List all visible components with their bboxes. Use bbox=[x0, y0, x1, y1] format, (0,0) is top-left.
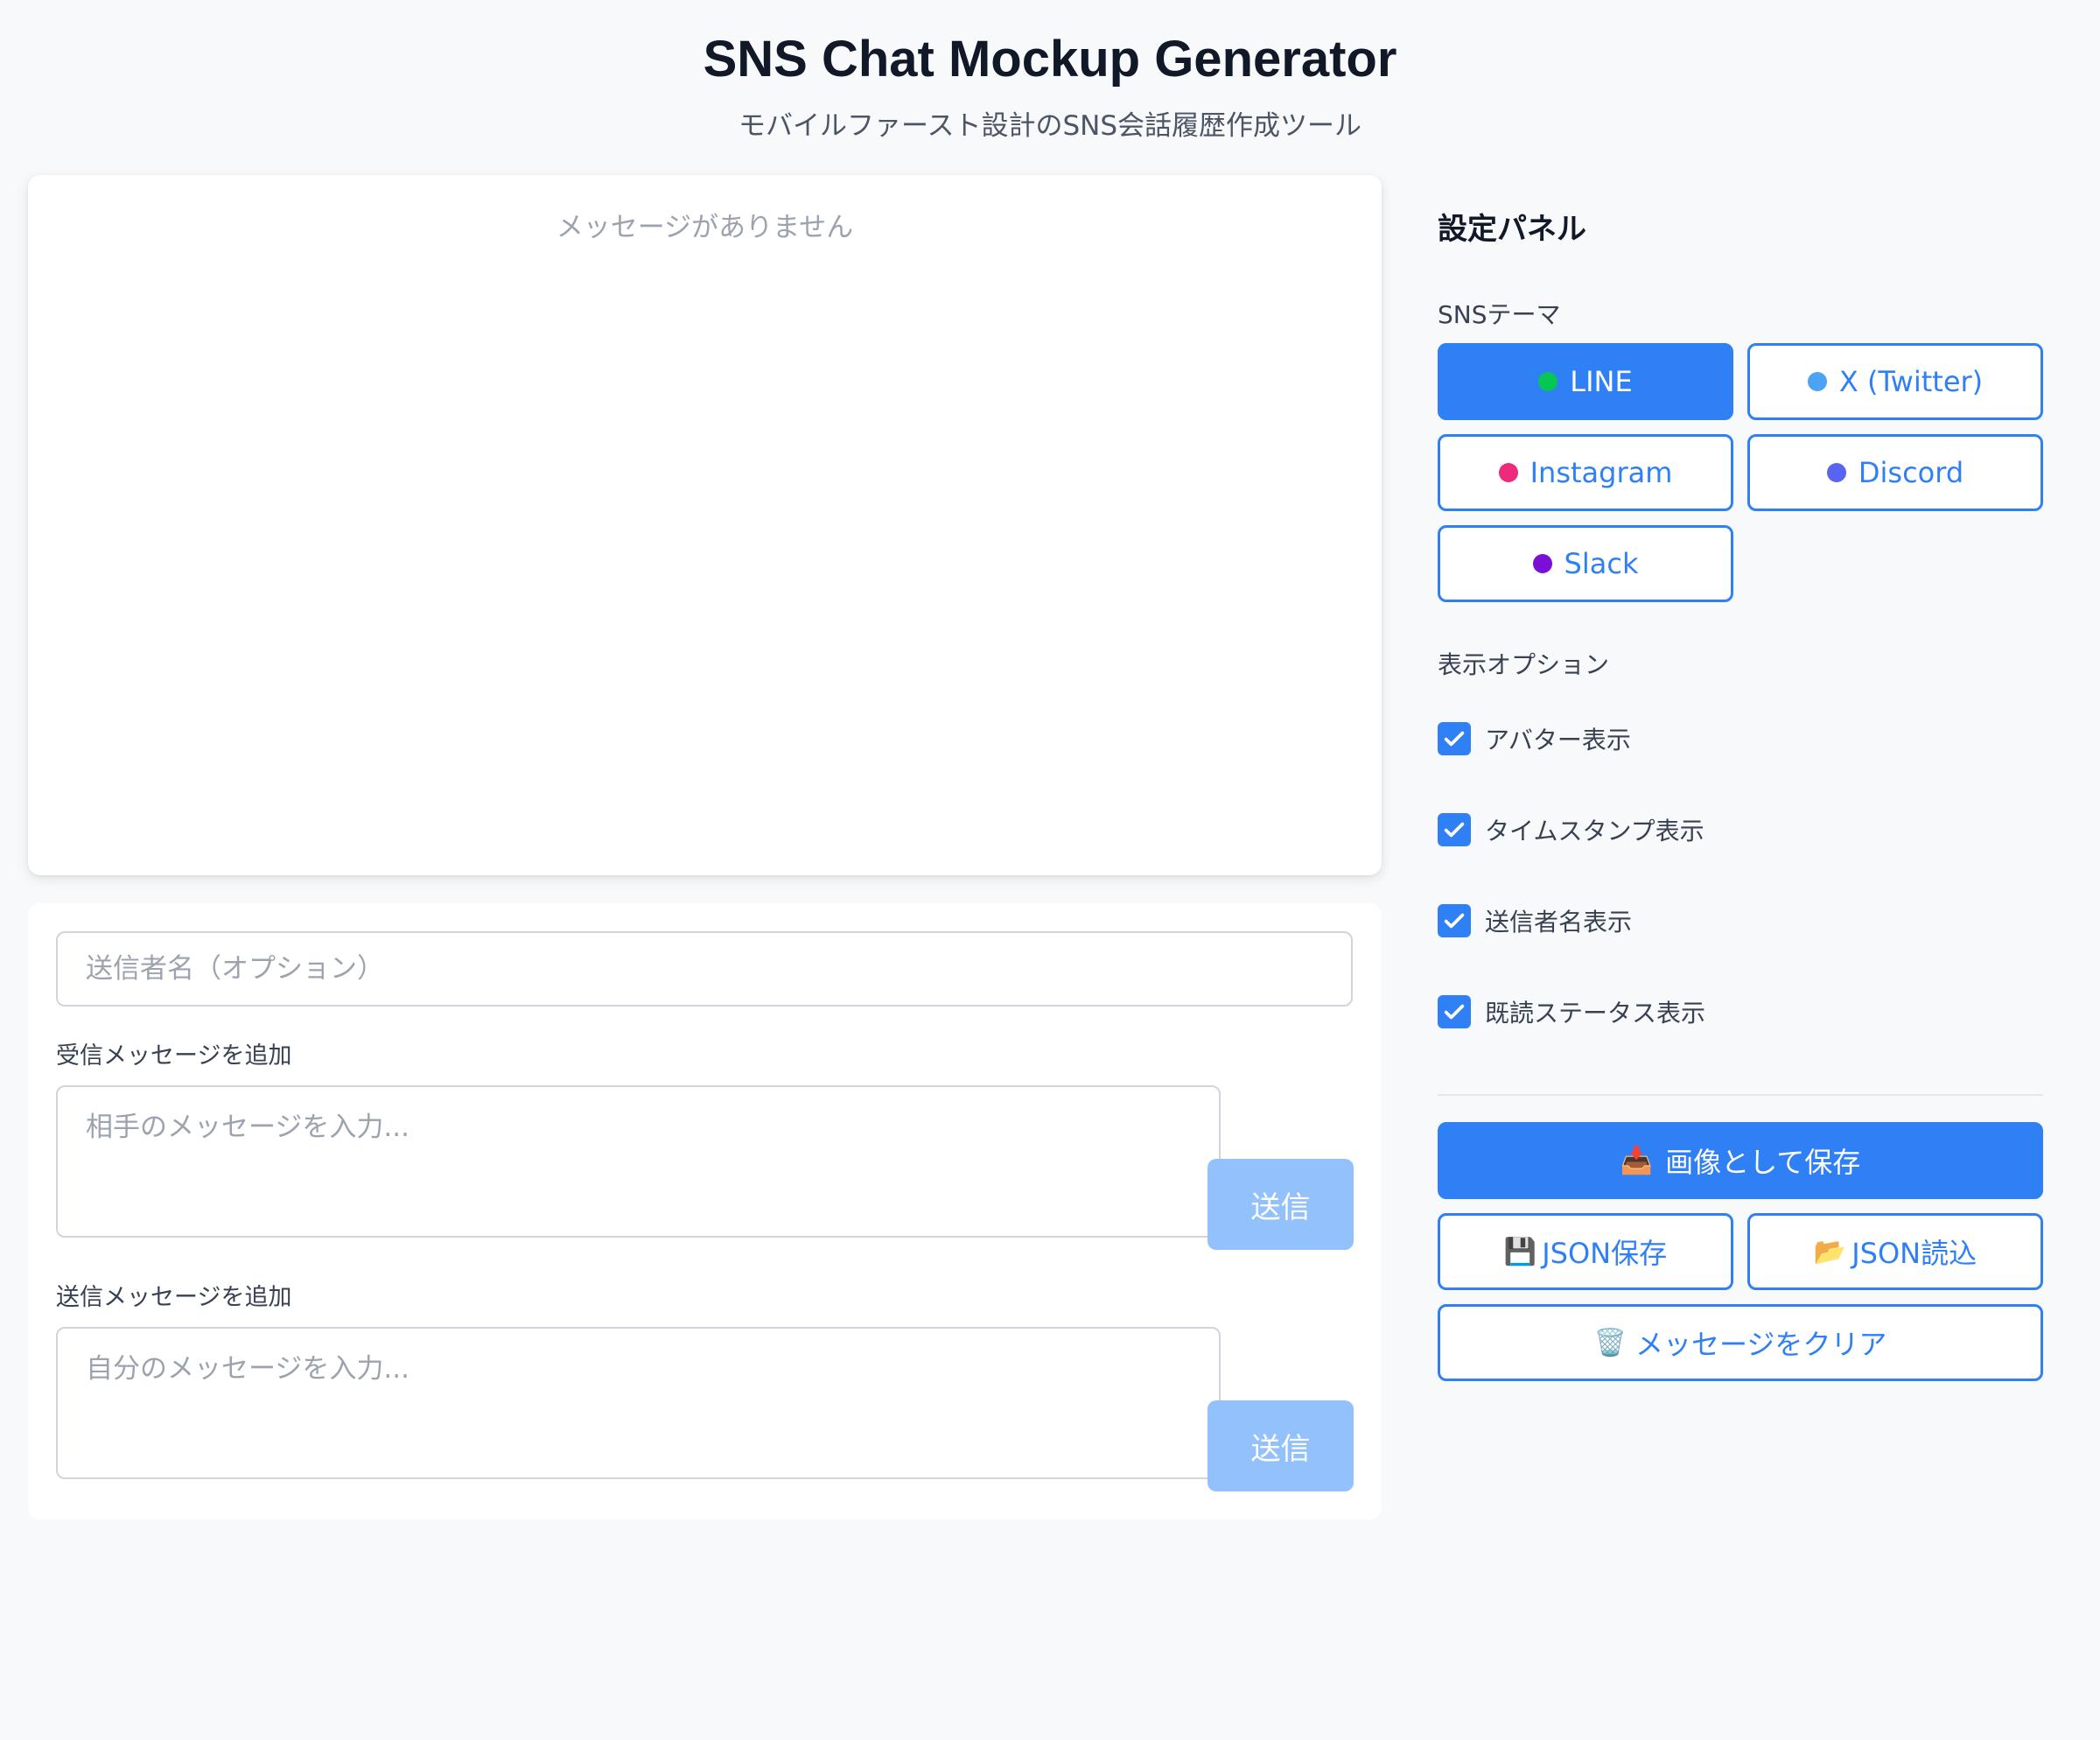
theme-button-slack[interactable]: Slack bbox=[1438, 525, 1733, 602]
option-label: 既読ステータス表示 bbox=[1485, 999, 1706, 1028]
theme-button-label: Instagram bbox=[1530, 456, 1673, 489]
discord-color-dot bbox=[1826, 463, 1846, 482]
checkbox-checked-icon[interactable] bbox=[1438, 995, 1471, 1028]
checkbox-checked-icon[interactable] bbox=[1438, 904, 1471, 937]
sent-message-label: 送信メッセージを追加 bbox=[56, 1284, 292, 1311]
chat-preview: メッセージがありません bbox=[28, 175, 1382, 875]
json-save-button[interactable]: 💾 JSON保存 bbox=[1438, 1213, 1733, 1290]
page-subtitle: モバイルファースト設計のSNS会話履歴作成ツール bbox=[738, 110, 1362, 142]
download-icon: 📥 bbox=[1620, 1145, 1654, 1176]
message-composer: 受信メッセージを追加 送信 送信メッセージを追加 送信 bbox=[28, 903, 1382, 1519]
folder-open-icon: 📂 bbox=[1813, 1236, 1847, 1267]
option-sender-name[interactable]: 送信者名表示 bbox=[1438, 903, 1632, 938]
option-label: タイムスタンプ表示 bbox=[1485, 817, 1704, 845]
divider bbox=[1438, 1094, 2043, 1096]
send-received-button[interactable]: 送信 bbox=[1208, 1159, 1354, 1250]
theme-button-label: Slack bbox=[1564, 547, 1639, 580]
clear-messages-label: メッセージをクリア bbox=[1634, 1328, 1887, 1361]
option-read-status[interactable]: 既読ステータス表示 bbox=[1438, 994, 1705, 1029]
theme-button-label: Discord bbox=[1858, 456, 1964, 489]
option-label: アバター表示 bbox=[1485, 726, 1631, 754]
empty-message: メッセージがありません bbox=[556, 212, 854, 243]
floppy-disk-icon: 💾 bbox=[1503, 1236, 1537, 1267]
checkbox-checked-icon[interactable] bbox=[1438, 813, 1471, 846]
display-options-label: 表示オプション bbox=[1438, 650, 1610, 679]
line-color-dot bbox=[1538, 372, 1558, 391]
theme-button-x[interactable]: X (Twitter) bbox=[1747, 343, 2043, 420]
slack-color-dot bbox=[1532, 554, 1552, 573]
trash-icon: 🗑️ bbox=[1593, 1327, 1627, 1358]
received-message-input[interactable] bbox=[56, 1085, 1221, 1238]
settings-panel-title: 設定パネル bbox=[1438, 212, 1586, 247]
json-save-label: JSON保存 bbox=[1542, 1237, 1668, 1270]
theme-button-label: LINE bbox=[1570, 365, 1633, 398]
theme-button-label: X (Twitter) bbox=[1838, 365, 1984, 398]
sns-theme-label: SNSテーマ bbox=[1438, 300, 1561, 329]
checkbox-checked-icon[interactable] bbox=[1438, 722, 1471, 755]
theme-button-line[interactable]: LINE bbox=[1438, 343, 1733, 420]
sender-name-input[interactable] bbox=[56, 931, 1353, 1007]
option-timestamp[interactable]: タイムスタンプ表示 bbox=[1438, 812, 1704, 847]
save-image-button[interactable]: 📥 画像として保存 bbox=[1438, 1122, 2043, 1199]
json-load-label: JSON読込 bbox=[1852, 1237, 1978, 1270]
option-label: 送信者名表示 bbox=[1485, 908, 1633, 937]
option-avatar[interactable]: アバター表示 bbox=[1438, 721, 1631, 756]
json-load-button[interactable]: 📂 JSON読込 bbox=[1747, 1213, 2043, 1290]
save-image-label: 画像として保存 bbox=[1665, 1146, 1861, 1179]
send-sent-button[interactable]: 送信 bbox=[1208, 1400, 1354, 1491]
clear-messages-button[interactable]: 🗑️ メッセージをクリア bbox=[1438, 1304, 2043, 1381]
theme-button-instagram[interactable]: Instagram bbox=[1438, 434, 1733, 511]
received-message-label: 受信メッセージを追加 bbox=[56, 1042, 292, 1070]
instagram-color-dot bbox=[1498, 463, 1518, 482]
page-title: SNS Chat Mockup Generator bbox=[703, 31, 1397, 88]
theme-button-discord[interactable]: Discord bbox=[1747, 434, 2043, 511]
sent-message-input[interactable] bbox=[56, 1327, 1221, 1479]
x-color-dot bbox=[1807, 372, 1827, 391]
